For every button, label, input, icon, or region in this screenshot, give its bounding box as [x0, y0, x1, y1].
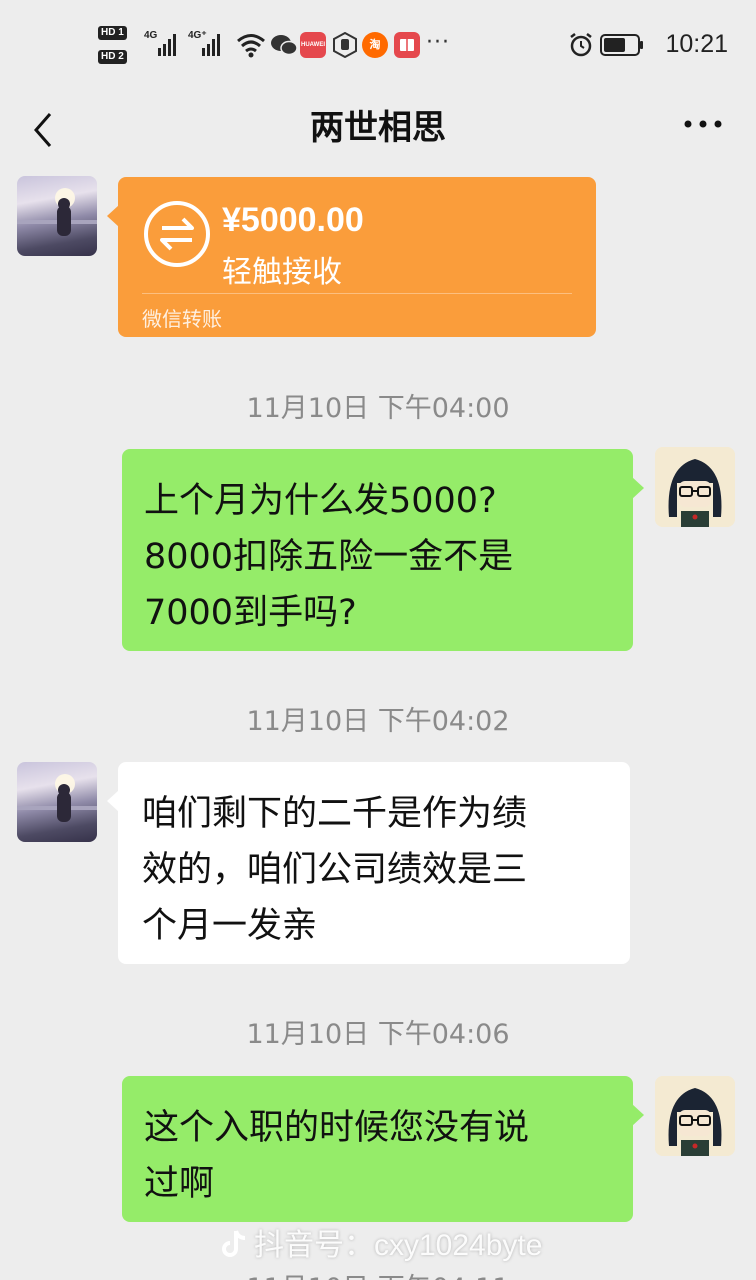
- huawei-icon: HUAWEI: [300, 32, 326, 58]
- more-button[interactable]: [678, 104, 728, 144]
- self-avatar[interactable]: [655, 1076, 735, 1156]
- wifi-icon: [237, 34, 265, 58]
- message-line: 个月一发亲: [142, 906, 318, 946]
- contact-avatar[interactable]: [17, 762, 97, 842]
- douyin-logo-icon: [222, 1230, 246, 1257]
- chat-header: 两世相思: [0, 90, 756, 160]
- douyin-watermark: 抖音号：cxy1024byte: [220, 1220, 542, 1264]
- divider: [142, 293, 572, 294]
- hd-2-badge: HD 2: [98, 50, 127, 64]
- chat-title: 两世相思: [310, 108, 446, 148]
- alarm-icon: [570, 33, 592, 57]
- timestamp: 11月10日 下午04:06: [246, 1019, 510, 1050]
- more-notifications-indicator: ···: [426, 30, 450, 55]
- message-line: 这个入职的时候您没有说: [144, 1108, 530, 1148]
- timestamp: 11月10日 下午04:02: [246, 706, 510, 737]
- hd-1-badge: HD 1: [98, 26, 127, 40]
- clock: 10:21: [665, 30, 728, 58]
- message-line: 7000到手吗?: [144, 593, 357, 633]
- message-line: 8000扣除五险一金不是: [144, 537, 514, 577]
- network-type-1: 4G: [144, 30, 158, 41]
- timestamp: 11月10日 下午04:00: [246, 393, 510, 424]
- transfer-status: 轻触接收: [222, 255, 342, 290]
- taobao-icon: 淘: [362, 32, 388, 58]
- wechat-chat-screen: HD 1 HD 2 4G 4G⁺ HUAWEI 淘 ··· 10:21 两世相思…: [0, 0, 756, 1280]
- sent-message-bubble[interactable]: 这个入职的时候您没有说 过啊: [122, 1076, 644, 1222]
- battery-icon: [600, 34, 643, 56]
- timestamp: 11月10日 下午04:11: [0, 1266, 756, 1280]
- message-list[interactable]: ¥5000.00 轻触接收 微信转账 11月10日 下午04:00 上个月为什么…: [0, 160, 756, 1280]
- wechat-icon: [271, 35, 298, 56]
- message-line: 上个月为什么发5000?: [144, 481, 497, 521]
- sent-message-bubble[interactable]: 上个月为什么发5000? 8000扣除五险一金不是 7000到手吗?: [122, 449, 644, 651]
- hand-icon: [332, 31, 358, 59]
- contact-avatar[interactable]: [17, 176, 97, 256]
- message-line: 咱们剩下的二千是作为绩: [142, 794, 528, 834]
- book-icon: [394, 32, 420, 58]
- status-right-group: 10:21: [568, 30, 728, 60]
- transfer-card[interactable]: ¥5000.00 轻触接收 微信转账: [107, 177, 596, 337]
- transfer-label: 微信转账: [142, 307, 222, 331]
- more-icon: [684, 120, 722, 128]
- watermark-text: 抖音号：cxy1024byte: [254, 1229, 543, 1262]
- self-avatar[interactable]: [655, 447, 735, 527]
- hd-indicators: HD 1 HD 2: [98, 26, 136, 66]
- transfer-amount: ¥5000.00: [222, 201, 364, 239]
- received-message-bubble[interactable]: 咱们剩下的二千是作为绩 效的，咱们公司绩效是三 个月一发亲: [107, 762, 630, 964]
- status-bar: HD 1 HD 2 4G 4G⁺ HUAWEI 淘 ··· 10:21: [0, 0, 756, 90]
- message-line: 过啊: [144, 1164, 215, 1204]
- message-line: 效的，咱们公司绩效是三: [142, 850, 528, 890]
- transfer-icon: [144, 201, 210, 267]
